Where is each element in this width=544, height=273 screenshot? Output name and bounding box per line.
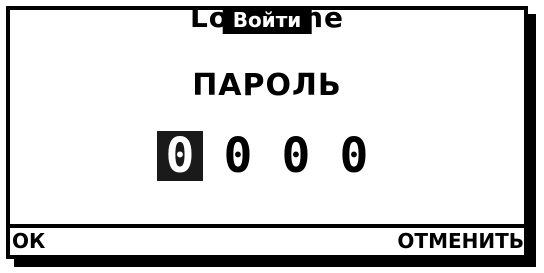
password-digit-4[interactable]: 0: [331, 128, 377, 184]
ok-button[interactable]: ОК: [12, 228, 45, 255]
password-heading: ПАРОЛЬ: [192, 68, 342, 103]
password-digits: 0 0 0 0: [10, 128, 524, 184]
window-title: Войти: [222, 6, 312, 34]
softkey-bar: ОК ОТМЕНИТЬ: [10, 224, 524, 255]
login-window: Log in ne Войти ПАРОЛЬ 0 0 0 0 ОК ОТМЕНИ…: [6, 1, 528, 259]
password-digit-2[interactable]: 0: [215, 128, 261, 184]
password-digit-3[interactable]: 0: [273, 128, 319, 184]
cancel-button[interactable]: ОТМЕНИТЬ: [397, 228, 524, 255]
password-digit-1[interactable]: 0: [157, 128, 203, 184]
